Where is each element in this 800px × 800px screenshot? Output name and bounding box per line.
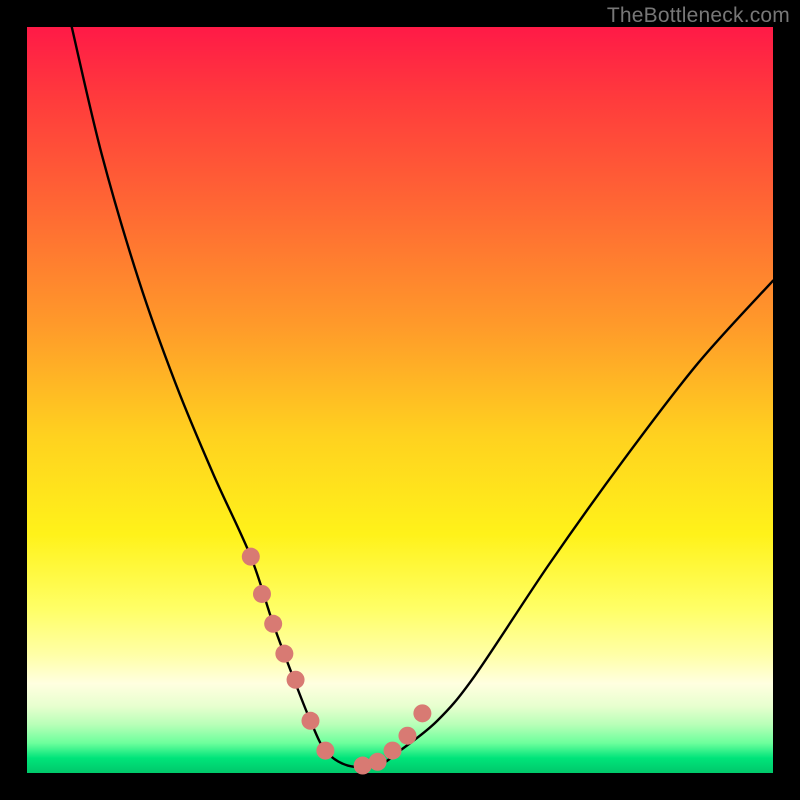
- highlight-markers: [242, 548, 432, 775]
- marker-dot: [264, 615, 282, 633]
- marker-dot: [253, 585, 271, 603]
- chart-frame: TheBottleneck.com: [0, 0, 800, 800]
- bottleneck-curve: [72, 27, 773, 767]
- marker-dot: [242, 548, 260, 566]
- marker-dot: [301, 712, 319, 730]
- marker-dot: [413, 704, 431, 722]
- marker-dot: [275, 645, 293, 663]
- watermark-text: TheBottleneck.com: [607, 4, 790, 28]
- marker-dot: [398, 727, 416, 745]
- marker-dot: [287, 671, 305, 689]
- chart-svg: [27, 27, 773, 773]
- marker-dot: [316, 742, 334, 760]
- marker-dot: [384, 742, 402, 760]
- marker-dot: [369, 753, 387, 771]
- chart-plot-area: [27, 27, 773, 773]
